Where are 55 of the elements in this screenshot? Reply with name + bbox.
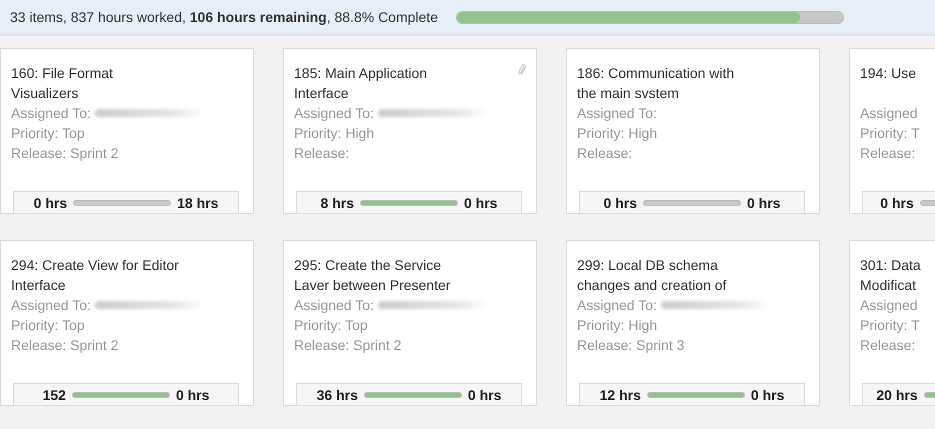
task-title[interactable]: 295: Create the Service Laver between Presenter bbox=[294, 255, 526, 295]
task-card[interactable]: 301: Data Modificat Assigned Priority: T Release: 20 hrs bbox=[849, 240, 935, 406]
release-label: Release: bbox=[860, 144, 916, 163]
assigned-label: Assigned bbox=[860, 296, 918, 315]
assigned-label: Assigned To: bbox=[577, 104, 657, 123]
release-label: Release: Sprint 2 bbox=[294, 336, 402, 355]
task-card[interactable]: 160: File Format Visualizers Assigned To: Priority: Top Release: Sprint 2 0 hrs 18 hrs bbox=[0, 48, 254, 214]
summary-text: 33 items, 837 hours worked, 106 hours remaining, 88.8% Complete bbox=[10, 9, 438, 25]
priority-label: Priority: T bbox=[860, 124, 920, 143]
assigned-label: Assigned To: bbox=[11, 104, 91, 123]
hours-worked: 36 hrs bbox=[316, 387, 358, 403]
hours-remaining: 18 hrs bbox=[177, 195, 218, 211]
hours-remaining: 0 hrs bbox=[176, 387, 210, 403]
priority-label: Priority: T bbox=[860, 316, 920, 335]
release-label: Release: bbox=[577, 144, 632, 163]
task-card[interactable]: 294: Create View for Editor Interface Assigned To: Priority: Top Release: Sprint 2 152 0 hrs bbox=[0, 240, 254, 406]
task-title[interactable]: 194: Use bbox=[860, 63, 935, 103]
release-label: Release: Sprint 2 bbox=[11, 144, 118, 163]
hours-worked: 20 hrs bbox=[876, 387, 918, 403]
priority-label: Priority: Top bbox=[11, 316, 85, 335]
task-title[interactable]: 160: File Format Visualizers bbox=[11, 63, 243, 103]
hours-worked: 0 hrs bbox=[880, 195, 914, 211]
priority-label: Priority: Top bbox=[11, 124, 85, 143]
hours-remaining: 0 hrs bbox=[464, 195, 498, 211]
release-label: Release: Sprint 2 bbox=[11, 336, 118, 355]
priority-label: Priority: High bbox=[577, 316, 658, 335]
hours-worked: 0 hrs bbox=[604, 195, 637, 211]
release-label: Release: bbox=[294, 144, 350, 163]
hours-worked: 12 hrs bbox=[600, 387, 641, 403]
task-card[interactable]: 185: Main Application Interface Assigned To: Priority: High Release: 8 hrs 0 hrs bbox=[283, 48, 537, 214]
task-card[interactable]: 299: Local DB schema changes and creation of Assigned To: Priority: High Release: Sprint 3 12 hrs 0 hrs bbox=[566, 240, 820, 406]
task-card[interactable]: 194: Use Assigned Priority: T Release: 0 hrs bbox=[849, 48, 935, 214]
hours-remaining: 0 hrs bbox=[468, 387, 502, 403]
hours-remaining: 0 hrs bbox=[747, 195, 780, 211]
assigned-label: Assigned bbox=[860, 104, 918, 123]
assigned-label: Assigned To: bbox=[577, 296, 657, 315]
release-label: Release: bbox=[860, 336, 916, 355]
priority-label: Priority: Top bbox=[294, 316, 368, 335]
assigned-label: Assigned To: bbox=[294, 296, 374, 315]
hours-remaining: 0 hrs bbox=[750, 387, 784, 403]
task-title[interactable]: 299: Local DB schema changes and creation of bbox=[577, 255, 809, 295]
hours-worked: 152 bbox=[42, 387, 66, 403]
assigned-label: Assigned To: bbox=[294, 104, 374, 123]
task-card[interactable]: 186: Communication with the main svstem Assigned To: Priority: High Release: 0 hrs 0 hrs bbox=[566, 48, 820, 214]
release-label: Release: Sprint 3 bbox=[577, 336, 684, 355]
task-card[interactable]: 295: Create the Service Laver between Presenter Assigned To: Priority: Top Release: Sprint 2 36 hrs 0 hrs bbox=[283, 240, 537, 406]
hours-worked: 0 hrs bbox=[34, 195, 68, 211]
hours-worked: 8 hrs bbox=[320, 195, 354, 211]
task-title[interactable]: 294: Create View for Editor Interface bbox=[11, 255, 243, 295]
assigned-label: Assigned To: bbox=[11, 296, 91, 315]
task-title[interactable]: 301: Data Modificat bbox=[860, 255, 935, 295]
task-title[interactable]: 186: Communication with the main svstem bbox=[577, 63, 809, 103]
task-title[interactable]: 185: Main Application Interface bbox=[294, 63, 526, 103]
priority-label: Priority: High bbox=[577, 124, 658, 143]
priority-label: Priority: High bbox=[294, 124, 374, 143]
